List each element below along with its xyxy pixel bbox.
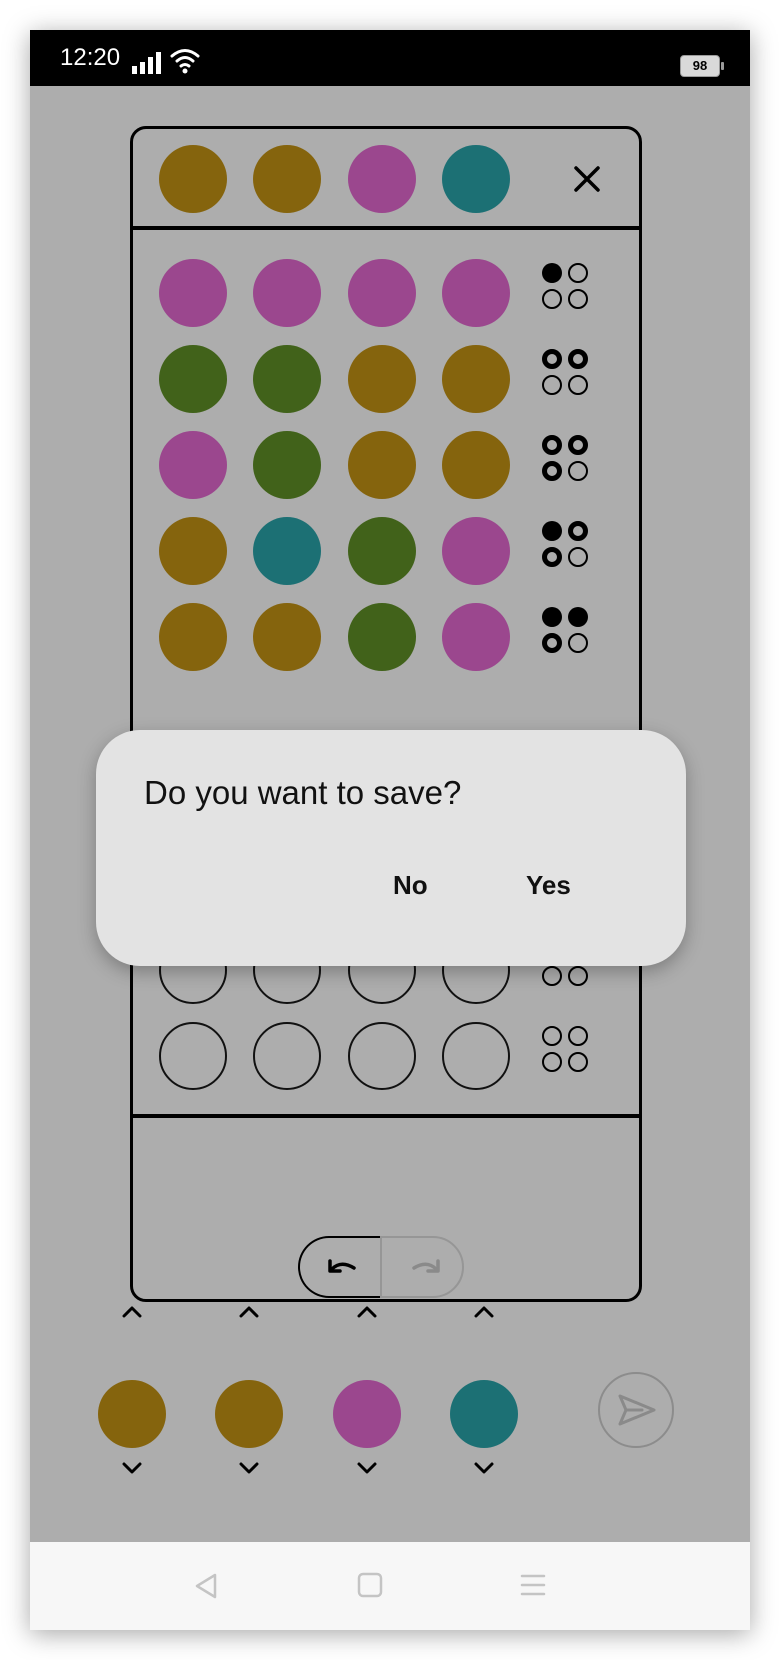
feedback-pegs — [542, 349, 598, 405]
feedback-pegs — [542, 1026, 598, 1082]
guess-peg — [348, 345, 416, 413]
feedback-pegs — [542, 263, 598, 319]
guess-peg — [253, 259, 321, 327]
feedback-peg-none — [542, 289, 562, 309]
back-nav-icon[interactable] — [193, 1572, 219, 1600]
feedback-peg-white — [568, 521, 588, 541]
status-bar: 12:20 98 — [30, 30, 750, 86]
game-board — [130, 126, 642, 1302]
empty-peg-slot — [253, 1022, 321, 1090]
feedback-peg-none — [568, 263, 588, 283]
selected-peg[interactable] — [450, 1380, 518, 1448]
redo-button[interactable] — [380, 1236, 464, 1298]
secret-peg — [348, 145, 416, 213]
feedback-peg-none — [568, 289, 588, 309]
chevron-down-icon[interactable] — [469, 1458, 499, 1478]
signal-icon — [132, 52, 161, 74]
guess-peg — [442, 603, 510, 671]
selected-peg[interactable] — [215, 1380, 283, 1448]
feedback-peg-none — [542, 1052, 562, 1072]
secret-peg — [442, 145, 510, 213]
guess-peg — [442, 345, 510, 413]
feedback-peg-none — [568, 966, 588, 986]
selected-peg[interactable] — [98, 1380, 166, 1448]
dialog-title: Do you want to save? — [144, 774, 462, 811]
home-nav-icon[interactable] — [357, 1572, 383, 1598]
feedback-peg-white — [568, 435, 588, 455]
controls-divider — [133, 1114, 639, 1118]
guess-peg — [348, 517, 416, 585]
feedback-peg-black — [542, 263, 562, 283]
status-time: 12:20 — [60, 44, 121, 71]
chevron-down-icon[interactable] — [352, 1458, 382, 1478]
battery-indicator: 98 — [680, 55, 724, 77]
feedback-peg-none — [568, 1026, 588, 1046]
feedback-peg-white — [568, 349, 588, 369]
feedback-pegs — [542, 521, 598, 577]
feedback-peg-black — [542, 607, 562, 627]
chevron-down-icon[interactable] — [234, 1458, 264, 1478]
guess-peg — [253, 517, 321, 585]
selected-peg[interactable] — [333, 1380, 401, 1448]
feedback-peg-black — [542, 521, 562, 541]
feedback-peg-white — [542, 435, 562, 455]
menu-nav-icon[interactable] — [520, 1572, 546, 1598]
feedback-peg-none — [542, 966, 562, 986]
guess-peg — [159, 345, 227, 413]
feedback-peg-none — [568, 633, 588, 653]
chevron-up-icon[interactable] — [469, 1302, 499, 1322]
secret-divider — [133, 226, 639, 230]
no-button[interactable]: No — [393, 870, 428, 901]
undo-redo-group — [298, 1236, 464, 1298]
send-icon — [618, 1394, 656, 1426]
feedback-peg-none — [568, 547, 588, 567]
chevron-up-icon[interactable] — [352, 1302, 382, 1322]
undo-button[interactable] — [298, 1236, 380, 1298]
guess-peg — [442, 431, 510, 499]
save-dialog: Do you want to save? No Yes — [96, 730, 686, 966]
undo-icon — [328, 1259, 356, 1273]
close-icon[interactable] — [567, 159, 607, 199]
guess-peg — [253, 603, 321, 671]
chevron-up-icon[interactable] — [117, 1302, 147, 1322]
empty-peg-slot — [159, 1022, 227, 1090]
battery-level: 98 — [692, 58, 708, 73]
secret-peg — [253, 145, 321, 213]
guess-peg — [442, 259, 510, 327]
guess-peg — [253, 431, 321, 499]
feedback-peg-white — [542, 349, 562, 369]
feedback-peg-none — [542, 375, 562, 395]
feedback-peg-none — [542, 1026, 562, 1046]
wifi-icon — [170, 49, 200, 74]
chevron-down-icon[interactable] — [117, 1458, 147, 1478]
guess-peg — [159, 259, 227, 327]
guess-peg — [348, 259, 416, 327]
guess-peg — [253, 345, 321, 413]
phone-screen: 12:20 98 Do you want to save? No Yes — [30, 30, 750, 1630]
yes-button[interactable]: Yes — [526, 870, 571, 901]
secret-peg — [159, 145, 227, 213]
guess-peg — [159, 603, 227, 671]
guess-peg — [348, 603, 416, 671]
feedback-peg-none — [568, 461, 588, 481]
guess-peg — [159, 517, 227, 585]
chevron-up-icon[interactable] — [234, 1302, 264, 1322]
empty-peg-slot — [348, 1022, 416, 1090]
empty-peg-slot — [442, 1022, 510, 1090]
guess-peg — [442, 517, 510, 585]
guess-peg — [348, 431, 416, 499]
feedback-peg-white — [542, 461, 562, 481]
feedback-peg-black — [568, 607, 588, 627]
feedback-peg-white — [542, 633, 562, 653]
guess-peg — [159, 431, 227, 499]
feedback-peg-none — [568, 1052, 588, 1072]
feedback-pegs — [542, 607, 598, 663]
feedback-peg-white — [542, 547, 562, 567]
feedback-pegs — [542, 435, 598, 491]
redo-icon — [412, 1259, 440, 1273]
submit-guess-button[interactable] — [598, 1372, 674, 1448]
feedback-peg-none — [568, 375, 588, 395]
navigation-bar — [30, 1542, 750, 1630]
